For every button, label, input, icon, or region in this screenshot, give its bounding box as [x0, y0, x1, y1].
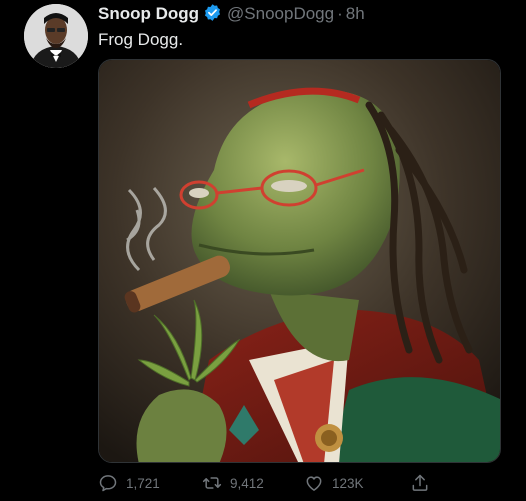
tweet-actions: 1,721 9,412 123K — [98, 470, 448, 496]
tweet-media-image[interactable] — [98, 59, 501, 463]
tweet-timestamp[interactable]: 8h — [346, 4, 365, 23]
retweet-button[interactable]: 9,412 — [202, 470, 264, 496]
header-separator: · — [337, 4, 343, 23]
author-name[interactable]: Snoop Dogg — [98, 4, 199, 23]
retweet-icon — [202, 473, 230, 493]
reply-icon — [98, 473, 126, 493]
tweet-header: Snoop Dogg @SnoopDogg · 8h — [98, 3, 365, 27]
reply-count: 1,721 — [126, 475, 160, 491]
like-icon — [304, 473, 332, 493]
avatar-image — [24, 4, 88, 68]
author-handle[interactable]: @SnoopDogg — [227, 4, 334, 23]
share-icon — [410, 473, 438, 493]
author-avatar[interactable] — [24, 4, 88, 68]
reply-button[interactable]: 1,721 — [98, 470, 160, 496]
tweet-text: Frog Dogg. — [98, 30, 184, 49]
retweet-count: 9,412 — [230, 475, 264, 491]
frog-dogg-artwork — [99, 60, 500, 462]
like-button[interactable]: 123K — [304, 470, 364, 496]
like-count: 123K — [332, 475, 364, 491]
share-button[interactable] — [410, 470, 438, 496]
verified-badge-icon — [203, 3, 222, 27]
